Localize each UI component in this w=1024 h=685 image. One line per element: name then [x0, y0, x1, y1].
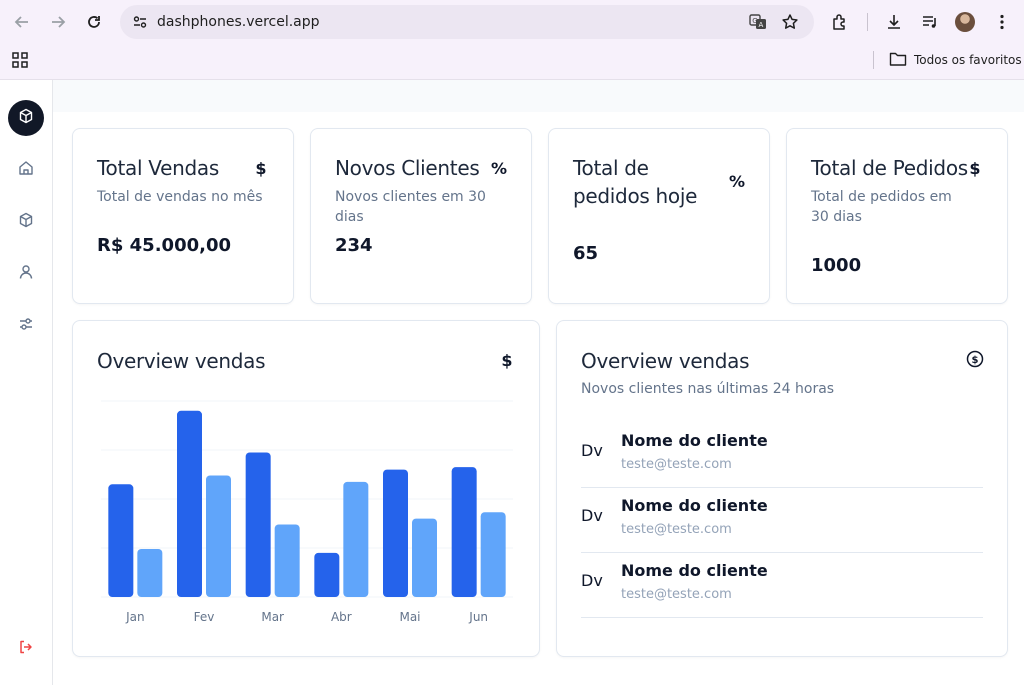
chart-bar-mar-series-2: [274, 524, 300, 597]
site-info-icon[interactable]: [128, 10, 152, 34]
sidebar-item-users[interactable]: [16, 264, 36, 284]
dollar-icon: $: [969, 159, 981, 178]
list-item[interactable]: Dv Nome do cliente teste@teste.com: [581, 553, 983, 618]
chart-bar-abr-series-1: [314, 552, 340, 597]
chart-x-tick-label: Jun: [468, 610, 488, 624]
card-subtitle: Novos clientes em 30 dias: [335, 189, 486, 225]
translate-icon[interactable]: GA: [746, 10, 770, 34]
box-icon: [18, 212, 34, 233]
home-icon: [18, 160, 34, 181]
folder-icon: [889, 51, 907, 70]
sidebar: [0, 80, 53, 685]
url-text[interactable]: dashphones.vercel.app: [157, 14, 320, 30]
media-icon[interactable]: [917, 9, 943, 35]
card-subtitle: Total de pedidos em 30 dias: [811, 189, 952, 225]
bookmarks-separator: [873, 51, 874, 69]
sidebar-item-home[interactable]: [16, 160, 36, 180]
chart-x-tick-label: Mar: [261, 610, 284, 624]
chart-bar-mar-series-1: [245, 452, 271, 597]
chart-bar-abr-series-2: [343, 481, 369, 597]
chart-card-title: Overview vendas: [97, 349, 266, 373]
percent-icon: %: [729, 172, 746, 191]
bar-chart: Jan Fev Mar Abr Mai Jun: [101, 400, 513, 624]
chart-bar-mai-series-1: [383, 469, 408, 597]
chart-x-tick-label: Abr: [331, 610, 352, 624]
star-icon[interactable]: [778, 10, 802, 34]
customer-email: teste@teste.com: [621, 457, 732, 472]
chart-card: Overview vendas $ Jan Fev Mar Abr Mai Jun: [72, 320, 540, 657]
forward-icon[interactable]: [45, 9, 71, 35]
stat-card-pedidos-hoje: Total de pedidos hoje % 65: [548, 128, 770, 304]
svg-text:$: $: [972, 355, 979, 366]
address-bar[interactable]: dashphones.vercel.app GA: [120, 5, 814, 39]
stat-card-total-pedidos: Total de Pedidos $ Total de pedidos em 3…: [786, 128, 1008, 304]
customer-name: Nome do cliente: [621, 496, 768, 515]
sidebar-item-logout[interactable]: [16, 639, 36, 659]
box-icon: [18, 108, 34, 129]
sidebar-item-products[interactable]: [16, 212, 36, 232]
download-icon[interactable]: [881, 9, 907, 35]
reload-icon[interactable]: [81, 9, 107, 35]
sidebar-item-settings[interactable]: [16, 316, 36, 336]
folder-label: Todos os favoritos: [914, 53, 1022, 67]
chart-x-tick-label: Jan: [125, 610, 145, 624]
card-value: 234: [335, 235, 373, 256]
svg-text:G: G: [752, 17, 757, 25]
card-title: Total de Pedidos: [811, 156, 968, 180]
stat-card-total-vendas: Total Vendas $ Total de vendas no mês R$…: [72, 128, 294, 304]
extensions-icon[interactable]: [827, 9, 853, 35]
customer-email: teste@teste.com: [621, 522, 732, 537]
chart-bar-mai-series-2: [412, 518, 437, 597]
svg-text:A: A: [759, 21, 764, 29]
more-icon[interactable]: [989, 9, 1015, 35]
browser-toolbar: dashphones.vercel.app GA: [0, 0, 1024, 44]
sidebar-logo[interactable]: [8, 100, 44, 136]
chart-x-tick-label: Mai: [399, 610, 420, 624]
back-icon[interactable]: [9, 9, 35, 35]
list-item[interactable]: Dv Nome do cliente teste@teste.com: [581, 488, 983, 553]
all-bookmarks-folder[interactable]: Todos os favoritos: [889, 50, 1022, 70]
card-subtitle: Total de vendas no mês: [97, 189, 263, 205]
customer-name: Nome do cliente: [621, 431, 768, 450]
profile-avatar[interactable]: [955, 12, 975, 32]
chart-bar-jun-series-2: [480, 512, 506, 597]
dollar-icon: $: [501, 351, 513, 370]
chart-x-tick-label: Fev: [194, 610, 215, 624]
chart-bar-jan-series-1: [108, 484, 134, 597]
stat-card-novos-clientes: Novos Clientes % Novos clientes em 30 di…: [310, 128, 532, 304]
card-value: 65: [573, 243, 599, 264]
logout-icon: [18, 639, 34, 660]
toolbar-separator: [867, 13, 868, 31]
customer-avatar: Dv: [581, 441, 603, 460]
browser-chrome: dashphones.vercel.app GA Todos os favori…: [0, 0, 1024, 80]
customer-email: teste@teste.com: [621, 587, 732, 602]
card-title: Total Vendas: [97, 156, 219, 180]
main-content: Total Vendas $ Total de vendas no mês R$…: [53, 80, 1024, 685]
list-item[interactable]: Dv Nome do cliente teste@teste.com: [581, 423, 983, 488]
dollar-icon: $: [255, 159, 267, 178]
chart-bar-fev-series-2: [206, 475, 231, 597]
chart-bar-jun-series-1: [451, 467, 477, 597]
card-title: Novos Clientes: [335, 156, 480, 180]
card-value: R$ 45.000,00: [97, 235, 231, 256]
sliders-icon: [18, 316, 34, 337]
percent-icon: %: [491, 159, 508, 178]
bookmarks-bar: Todos os favoritos: [0, 44, 1024, 74]
customer-name: Nome do cliente: [621, 561, 768, 580]
customer-avatar: Dv: [581, 571, 603, 590]
customers-card: Overview vendas $ Novos clientes nas últ…: [556, 320, 1008, 657]
customer-avatar: Dv: [581, 506, 603, 525]
chart-bar-fev-series-1: [177, 410, 202, 597]
customers-card-subtitle: Novos clientes nas últimas 24 horas: [581, 381, 835, 397]
customers-card-title: Overview vendas: [581, 349, 750, 373]
chart-bar-jan-series-2: [137, 548, 163, 597]
user-icon: [18, 264, 34, 285]
card-value: 1000: [811, 255, 862, 276]
main-header-band: [53, 80, 1024, 112]
dollar-circle-icon: $: [966, 350, 984, 368]
card-title: Total de pedidos hoje: [573, 156, 698, 208]
apps-icon[interactable]: [11, 51, 29, 69]
